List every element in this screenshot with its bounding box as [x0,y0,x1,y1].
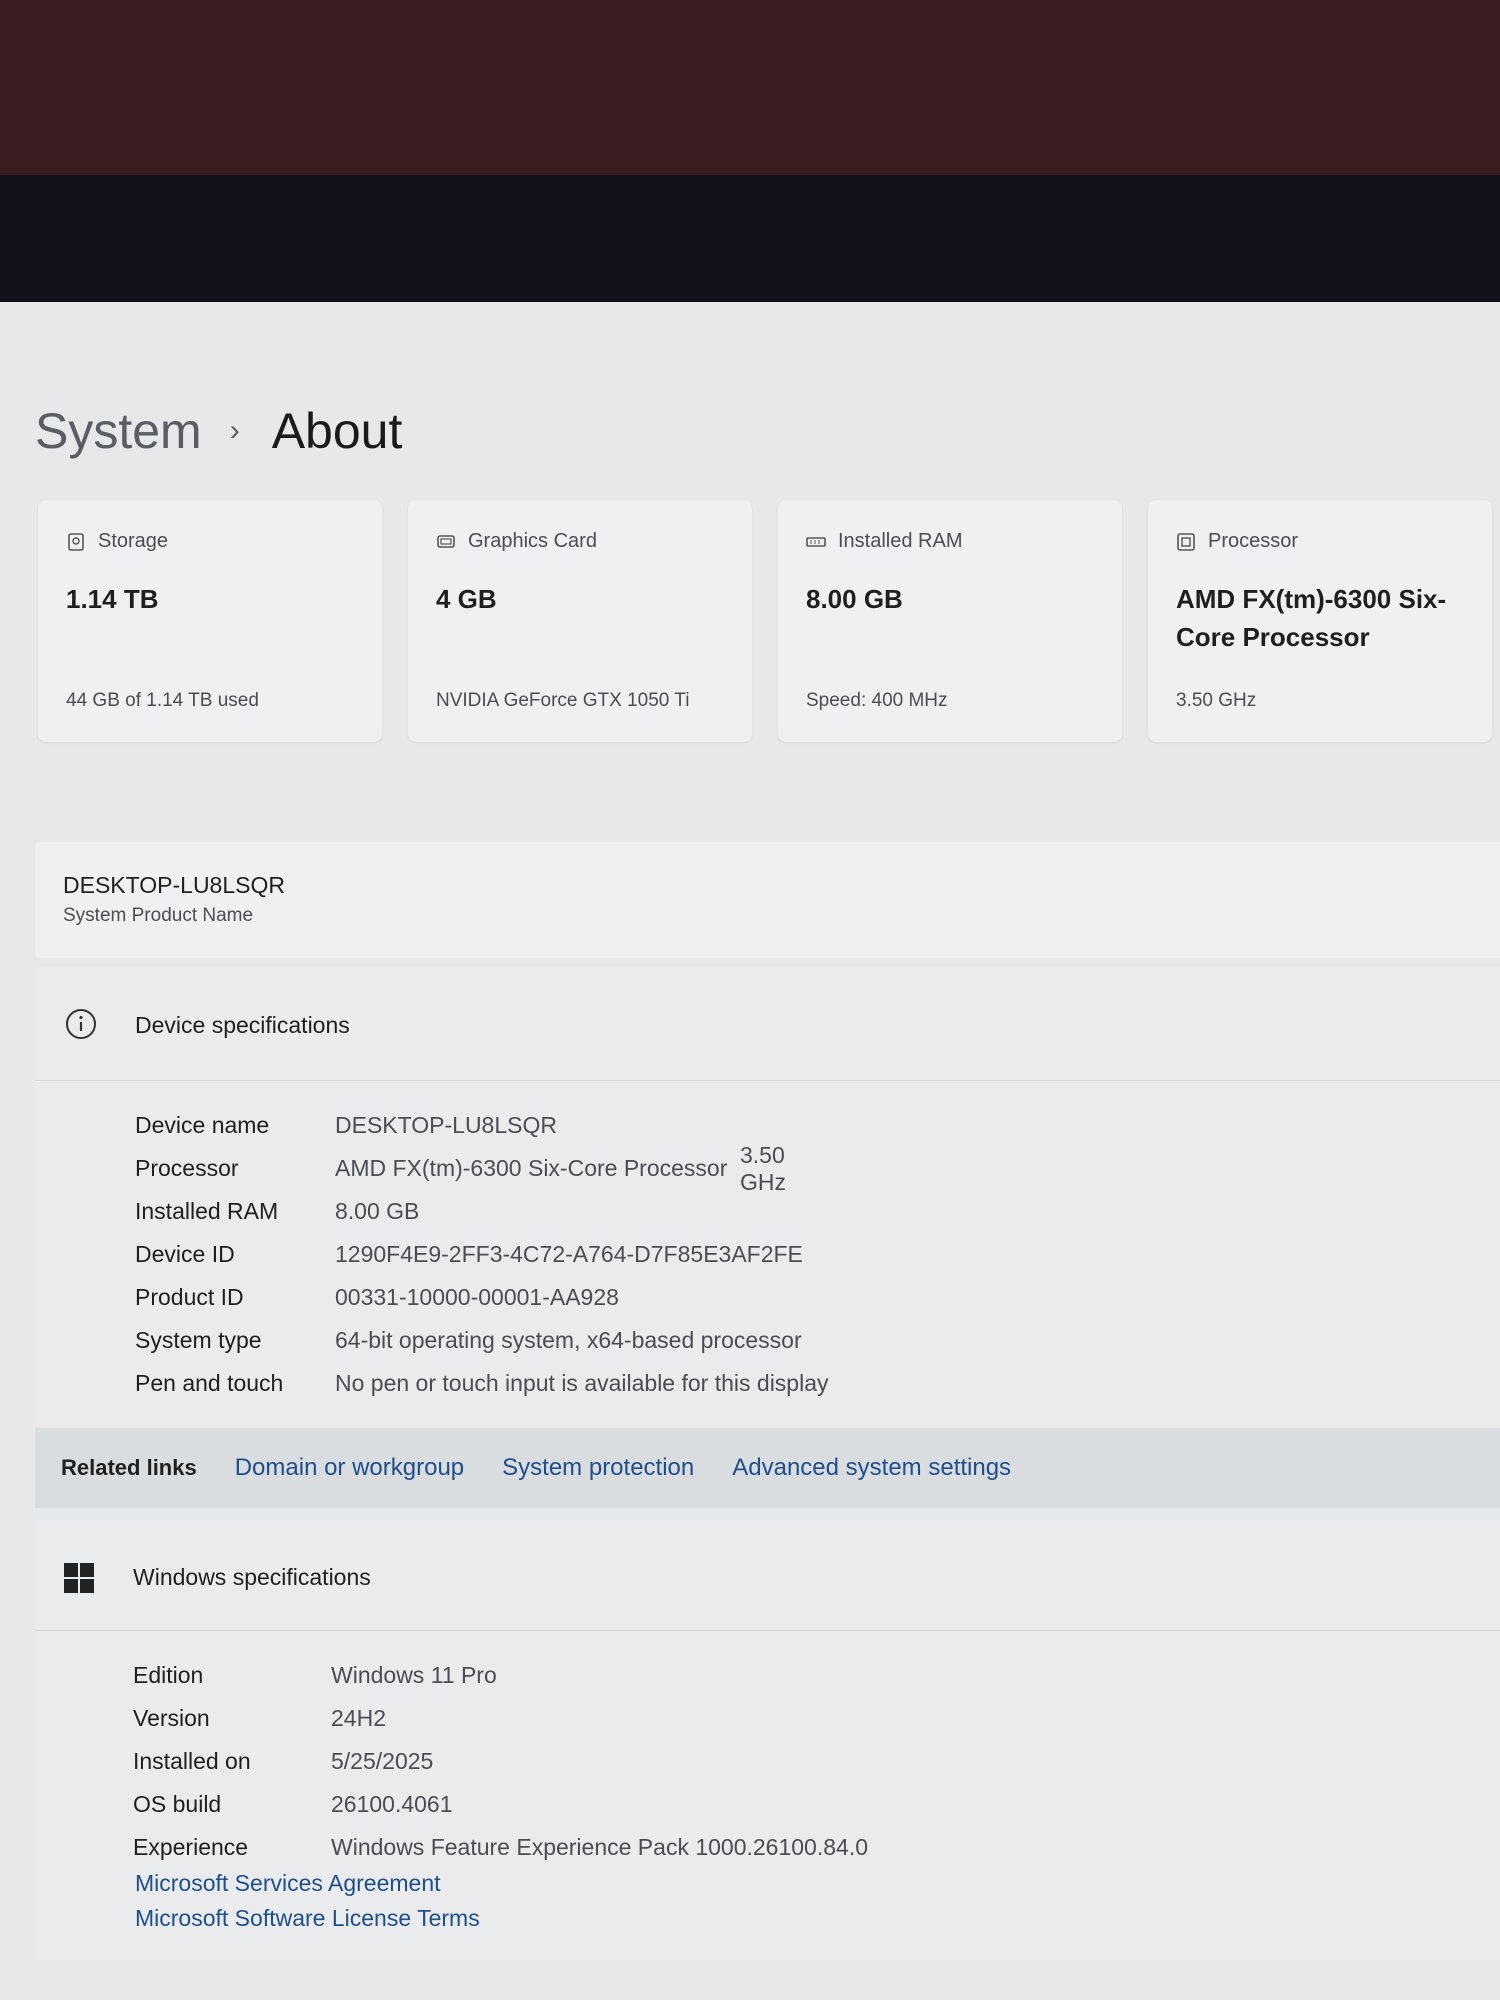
spec-value: 8.00 GB [335,1198,420,1224]
spec-value: 24H2 [331,1705,386,1731]
spec-key: Product ID [135,1284,244,1310]
storage-caption: Storage [98,530,169,552]
spec-key: Experience [133,1834,249,1860]
win-row-installed-on: Installed on 5/25/2025 [133,1740,868,1783]
spec-row-device-name: Device name DESKTOP-LU8LSQR [135,1104,829,1147]
processor-card[interactable]: Processor AMD FX(tm)-6300 Six-Core Proce… [1148,500,1492,742]
device-specifications-section: Device specifications Device name DESKTOP… [35,966,1500,1426]
device-specifications-title: Device specifications [135,1012,350,1038]
windows-specifications-table: Edition Windows 11 Pro Version 24H2 Instal… [133,1654,868,1869]
storage-icon [68,532,84,551]
installed-ram-value: 8.00 GB [806,584,903,614]
spec-value: 26100.4061 [331,1791,453,1817]
spec-key: OS build [133,1791,222,1817]
win-row-edition: Edition Windows 11 Pro [133,1654,868,1697]
device-specifications-table: Device name DESKTOP-LU8LSQR Processor AMD … [135,1104,829,1405]
spec-key: Device name [135,1112,270,1138]
microsoft-software-license-terms-link[interactable]: Microsoft Software License Terms [135,1901,480,1936]
windows-specifications-section: Windows specifications Edition Windows 11… [35,1520,1500,1960]
ram-icon [806,536,826,547]
spec-value: AMD FX(tm)-6300 Six-Core Processor [335,1155,728,1181]
spec-value: 00331-10000-00001-AA928 [335,1284,619,1310]
monitor-bezel [0,175,1500,315]
storage-value: 1.14 TB [66,584,159,614]
spec-row-installed-ram: Installed RAM 8.00 GB [135,1190,829,1233]
spec-row-product-id: Product ID 00331-10000-00001-AA928 [135,1276,829,1319]
spec-value: Windows 11 Pro [331,1662,497,1688]
system-protection-link[interactable]: System protection [502,1454,694,1482]
windows-logo-icon [64,1563,94,1593]
device-name: DESKTOP-LU8LSQR [63,872,285,898]
windows-specifications-header[interactable]: Windows specifications [35,1520,1500,1631]
processor-icon [1177,532,1195,551]
spec-row-device-id: Device ID 1290F4E9-2FF3-4C72-A764-D7F85E3… [135,1233,829,1276]
spec-value: No pen or touch input is available for t… [335,1370,829,1396]
device-name-card[interactable]: DESKTOP-LU8LSQR System Product Name [35,842,1500,958]
spec-key: Installed RAM [135,1198,279,1224]
win-row-os-build: OS build 26100.4061 [133,1783,868,1826]
spec-value: Windows Feature Experience Pack 1000.261… [331,1834,868,1860]
spec-value: 1290F4E9-2FF3-4C72-A764-D7F85E3AF2FE [335,1241,803,1267]
monitor-bezel-top [0,0,1500,175]
windows-specifications-title: Windows specifications [133,1564,371,1590]
windows-license-links: Microsoft Services Agreement Microsoft S… [135,1866,480,1936]
spec-row-pen-and-touch: Pen and touch No pen or touch input is av… [135,1362,829,1405]
installed-ram-card[interactable]: Installed RAM 8.00 GB Speed: 400 MHz [778,500,1122,742]
related-links-bar: Related links Domain or workgroup System… [35,1428,1500,1508]
spec-key: Installed on [133,1748,251,1774]
graphics-card-caption: Graphics Card [468,530,597,552]
processor-caption: Processor [1208,530,1299,552]
processor-speed: 3.50 GHz [1176,690,1257,711]
graphics-card-card[interactable]: Graphics Card 4 GB NVIDIA GeForce GTX 10… [408,500,752,742]
device-name-label: System Product Name [63,905,254,926]
spec-key: Processor [135,1155,239,1181]
spec-key: Version [133,1705,210,1731]
processor-value: AMD FX(tm)-6300 Six-Core Processor [1176,584,1447,652]
breadcrumb-about: About [271,403,403,459]
spec-row-processor: Processor AMD FX(tm)-6300 Six-Core Proces… [135,1142,829,1195]
spec-key: Device ID [135,1241,235,1267]
ram-speed: Speed: 400 MHz [806,690,948,711]
storage-card[interactable]: Storage 1.14 TB 44 GB of 1.14 TB used [38,500,382,742]
related-links-label: Related links [61,1455,197,1480]
spec-key: Pen and touch [135,1370,284,1396]
info-icon [66,1009,96,1039]
spec-value: 64-bit operating system, x64-based proce… [335,1327,802,1353]
storage-usage: 44 GB of 1.14 TB used [66,690,259,711]
advanced-system-settings-link[interactable]: Advanced system settings [732,1454,1011,1482]
breadcrumb-system[interactable]: System [35,402,202,460]
spec-value: 5/25/2025 [331,1748,434,1774]
win-row-experience: Experience Windows Feature Experience Pac… [133,1826,868,1869]
domain-or-workgroup-link[interactable]: Domain or workgroup [235,1454,464,1482]
spec-key: Edition [133,1662,204,1688]
breadcrumb-separator-icon: › [229,414,240,447]
settings-window: System › About Storage 1.14 TB 44 GB of … [0,302,1500,2000]
graphics-card-icon [437,534,455,548]
graphics-card-value: 4 GB [436,584,497,614]
processor-speed-value: 3.50 GHz [740,1141,786,1195]
win-row-version: Version 24H2 [133,1697,868,1740]
device-specifications-header[interactable]: Device specifications [35,966,1500,1081]
spec-row-system-type: System type 64-bit operating system, x64-… [135,1319,829,1362]
spec-key: System type [135,1327,262,1353]
installed-ram-caption: Installed RAM [838,530,963,552]
hardware-summary-cards: Storage 1.14 TB 44 GB of 1.14 TB used Gr… [38,500,1492,742]
graphics-card-model: NVIDIA GeForce GTX 1050 Ti [436,690,690,711]
page-title: System › About [35,402,402,460]
microsoft-services-agreement-link[interactable]: Microsoft Services Agreement [135,1866,480,1901]
spec-value: DESKTOP-LU8LSQR [335,1112,557,1138]
